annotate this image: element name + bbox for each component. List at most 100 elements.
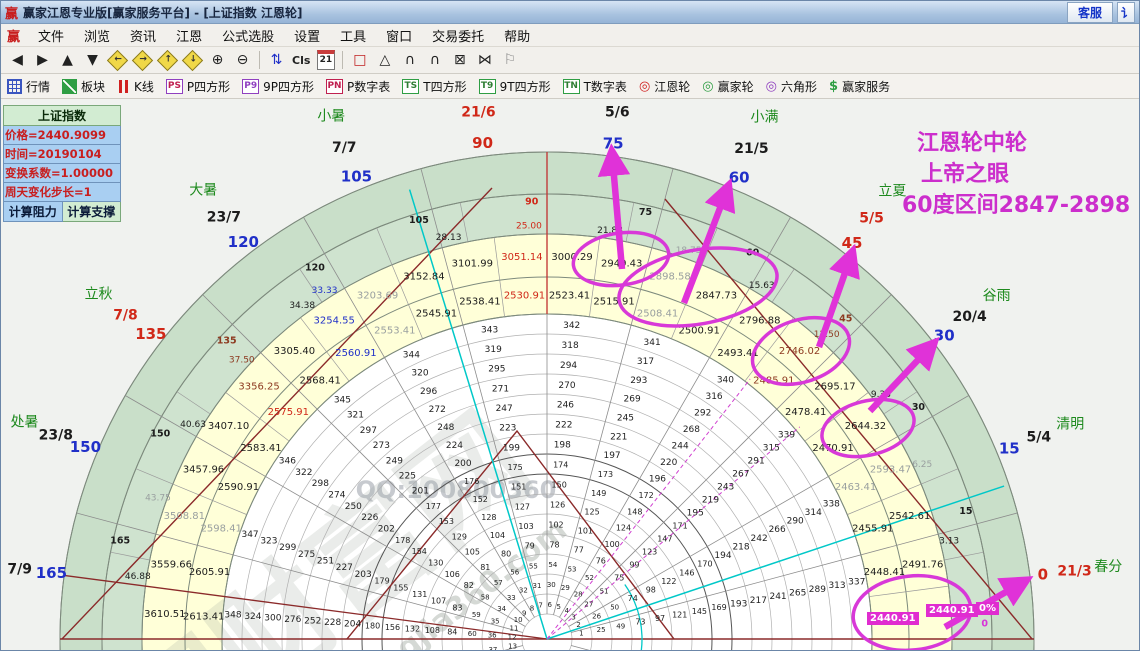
- annotation-line-3[interactable]: 60度区间2847-2898: [902, 187, 1130, 219]
- spiral-number: 35: [491, 618, 500, 626]
- angle-ring: 15: [959, 506, 972, 517]
- kefu-button[interactable]: 客服: [1066, 1, 1113, 23]
- sector-button[interactable]: 板块: [62, 78, 105, 95]
- menu-资讯[interactable]: 资讯: [120, 30, 166, 45]
- spiral-number: 49: [616, 622, 625, 630]
- kline-button[interactable]: K线: [117, 78, 154, 95]
- price-outer: 3559.66: [151, 559, 192, 570]
- menu-交易委托[interactable]: 交易委托: [422, 30, 494, 45]
- spiral-number: 102: [548, 520, 563, 529]
- diamond-up-icon[interactable]: ↑: [155, 49, 180, 71]
- diamond-left-icon[interactable]: ←: [105, 49, 130, 71]
- p-table-button[interactable]: PN P数字表: [326, 78, 390, 95]
- triangle-tool-icon[interactable]: △: [372, 49, 397, 71]
- price-outer: 3356.25: [238, 381, 279, 392]
- toolbar-item-label: 9P四方形: [263, 79, 315, 94]
- price-outer: 2593.47: [870, 465, 911, 476]
- pct-ring: 6.25: [912, 460, 932, 470]
- price-inner: 2598.41: [201, 523, 242, 534]
- spiral-number: 172: [638, 491, 653, 500]
- spiral-number: 271: [492, 384, 509, 394]
- diamond-right-icon[interactable]: →: [130, 49, 155, 71]
- xbox-tool-icon[interactable]: ⊠: [447, 49, 472, 71]
- annotation-line-2[interactable]: 上帝之眼: [921, 156, 1009, 188]
- spiral-number: 30: [547, 581, 556, 589]
- diamond-down-icon[interactable]: ↓: [180, 49, 205, 71]
- pct-ring: 34.38: [289, 301, 315, 311]
- spiral-number: 321: [347, 411, 364, 421]
- outer-angle-number: 45: [842, 234, 863, 252]
- spiral-number: 58: [481, 594, 490, 602]
- price-outer: 3152.84: [403, 271, 444, 282]
- table-icon: [7, 78, 22, 94]
- hexagon-button[interactable]: ◎ 六角形: [766, 78, 817, 95]
- zoom-in-icon[interactable]: ⊕: [205, 49, 230, 71]
- menu-江恩[interactable]: 江恩: [166, 30, 212, 45]
- spiral-number: 74: [628, 594, 638, 603]
- outer-angle-number: 60: [729, 168, 750, 186]
- calc-resistance-button[interactable]: 计算阻力: [3, 202, 63, 222]
- spiral-number: 292: [694, 408, 711, 418]
- t-square-button[interactable]: TS T四方形: [402, 78, 467, 95]
- price-outer: 3457.96: [183, 465, 224, 476]
- price-outer: 2542.61: [889, 511, 930, 522]
- p-square-button[interactable]: PS P四方形: [165, 78, 230, 95]
- outer-date-label: 7/7: [332, 140, 357, 156]
- arc-left-tool-icon[interactable]: ∩: [397, 49, 422, 71]
- outer-angle-number: 165: [36, 564, 67, 582]
- calc-support-button[interactable]: 计算支撑: [62, 202, 121, 222]
- spiral-number: 145: [692, 607, 707, 616]
- 9t-square-button[interactable]: T9 9T四方形: [478, 78, 551, 95]
- toolbar-separator: [259, 51, 260, 69]
- spiral-number: 98: [646, 585, 656, 594]
- t-table-button[interactable]: TN T数字表: [562, 78, 627, 95]
- calendar-icon[interactable]: 21: [313, 49, 338, 71]
- outer-date-label: 21/5: [734, 141, 768, 157]
- rect-tool-icon[interactable]: □: [347, 49, 372, 71]
- menu-公式选股[interactable]: 公式选股: [212, 30, 284, 45]
- spiral-number: 5: [556, 603, 560, 611]
- price-outer: 3508.81: [164, 511, 205, 522]
- spiral-number: 79: [525, 542, 535, 551]
- menu-文件[interactable]: 文件: [28, 30, 74, 45]
- 9p-square-button[interactable]: P9 9P四方形: [242, 78, 314, 95]
- winner-wheel-button[interactable]: ◎ 赢家轮: [702, 78, 753, 95]
- menu-工具[interactable]: 工具: [330, 30, 376, 45]
- shrink-tool-icon[interactable]: ⋈: [472, 49, 497, 71]
- price-inner: 2575.91: [268, 407, 309, 418]
- menu-窗口[interactable]: 窗口: [376, 30, 422, 45]
- menu-设置[interactable]: 设置: [284, 30, 330, 45]
- wheel-icon: ◎: [765, 78, 777, 94]
- back-icon[interactable]: ◀: [5, 49, 30, 71]
- highlight-chip-2[interactable]: 0%: [976, 602, 999, 615]
- cursor-down-icon[interactable]: ▼: [80, 49, 105, 71]
- spiral-number: 217: [750, 596, 767, 606]
- solar-term-label: 处暑: [10, 414, 38, 430]
- highlight-chip-0[interactable]: 2440.91: [867, 612, 919, 625]
- cls-button[interactable]: Cls: [289, 49, 313, 71]
- spiral-number: 26: [592, 612, 601, 620]
- updown-arrows-icon[interactable]: ⇅: [264, 49, 289, 71]
- gann-wheel-button[interactable]: ◎ 江恩轮: [639, 78, 690, 95]
- highlight-chip-1[interactable]: 2440.91: [926, 604, 978, 617]
- spiral-number: 266: [769, 525, 786, 535]
- menu-帮助[interactable]: 帮助: [494, 30, 540, 45]
- board-tool-icon[interactable]: ⚐: [497, 49, 522, 71]
- price-inner: 2515.91: [593, 297, 634, 308]
- cursor-up-icon[interactable]: ▲: [55, 49, 80, 71]
- spiral-number: 201: [412, 487, 429, 497]
- menu-浏览[interactable]: 浏览: [74, 30, 120, 45]
- annotation-line-1[interactable]: 江恩轮中轮: [917, 125, 1027, 157]
- spiral-number: 4: [565, 607, 570, 615]
- zoom-out-icon[interactable]: ⊖: [230, 49, 255, 71]
- partial-button[interactable]: 讠: [1117, 1, 1135, 23]
- price-inner: 2523.41: [549, 291, 590, 302]
- arc-right-tool-icon[interactable]: ∩: [422, 49, 447, 71]
- spiral-number: 221: [610, 432, 627, 442]
- winner-service-button[interactable]: $ 赢家服务: [829, 78, 890, 95]
- quote-button[interactable]: 行情: [7, 78, 50, 95]
- spiral-number: 343: [481, 325, 498, 335]
- p9-chip-icon: P9: [242, 78, 260, 94]
- forward-icon[interactable]: ▶: [30, 49, 55, 71]
- spiral-number: 124: [616, 524, 631, 533]
